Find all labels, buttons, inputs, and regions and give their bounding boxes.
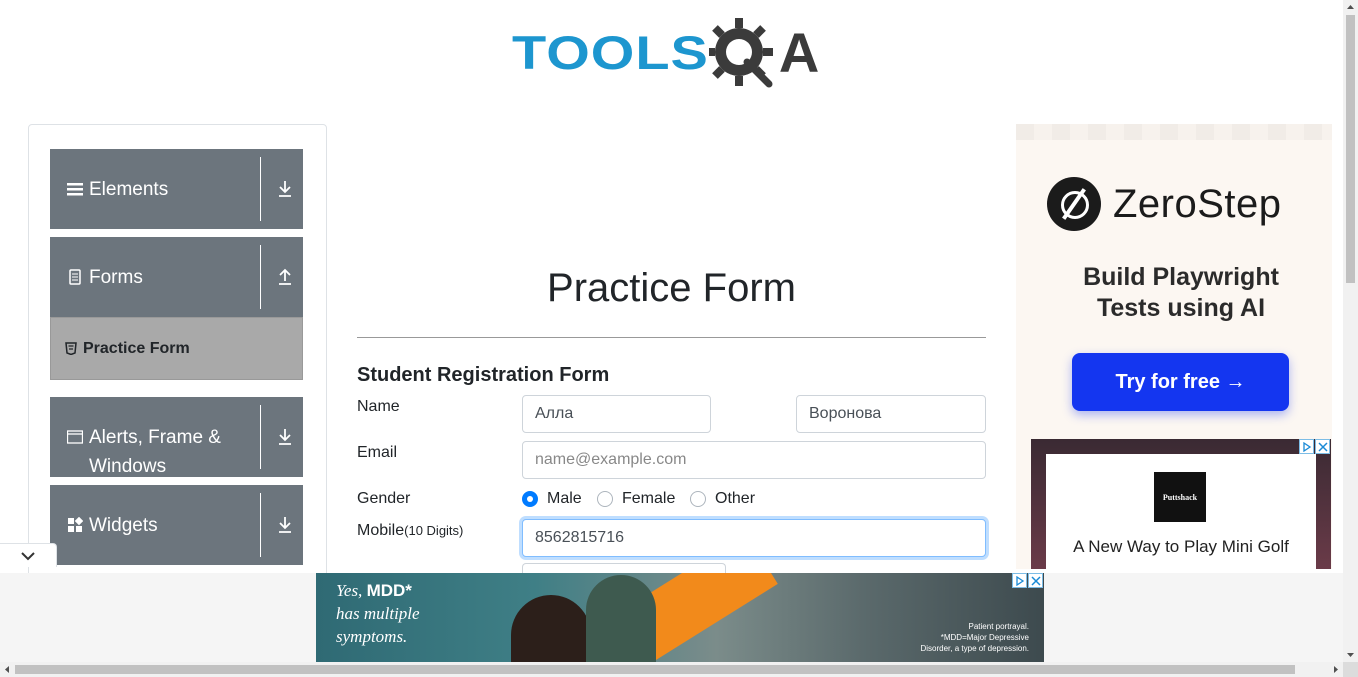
radio-checked-icon[interactable] [522,491,538,507]
expand-download-icon[interactable] [277,515,293,535]
bottom-ad-bar: Yes, MDD* has multiple symptoms. Patient… [0,573,1343,662]
html5-icon [65,342,77,355]
ad-close-icon[interactable] [1028,573,1043,588]
menu-icon [67,183,83,196]
ad-line1-bold: MDD* [366,581,412,600]
ad-person-image [511,595,591,662]
sidebar-group-elements[interactable]: Elements [50,149,303,229]
sidebar-group-label: Widgets [89,515,158,536]
vertical-scrollbar[interactable] [1343,0,1358,662]
expand-download-icon[interactable] [277,179,293,199]
mobile-label-text: Mobile [357,522,405,539]
gear-magnifier-icon [708,18,773,88]
expand-download-icon[interactable] [277,427,293,447]
gender-label: Gender [357,490,411,507]
sidebar-group-label: Alerts, Frame & Windows [89,427,221,477]
sidebar-group-forms[interactable]: Forms [50,237,303,317]
collapse-upload-icon[interactable] [277,267,293,287]
ad-headline: Yes, MDD* has multiple symptoms. [336,579,420,648]
email-label: Email [357,444,398,461]
divider [260,245,261,309]
ad-top-band [1016,124,1332,140]
window-icon [67,430,83,444]
radio-label: Male [547,490,582,507]
zerostep-mark-icon [1047,177,1101,231]
scroll-up-arrow-icon[interactable] [1343,0,1358,15]
ad-fine-print: Patient portrayal. *MDD=Major Depressive… [920,621,1029,654]
gender-radio-other[interactable]: Other [690,490,755,508]
gender-radio-female[interactable]: Female [597,490,675,508]
radio-label: Female [622,490,676,507]
radio-label: Other [715,490,756,507]
scroll-left-arrow-icon[interactable] [0,662,15,677]
vertical-scroll-thumb[interactable] [1346,15,1355,283]
ad-line2: has multiple [336,604,420,623]
horizontal-scrollbar[interactable] [0,662,1343,677]
scroll-right-arrow-icon[interactable] [1328,662,1343,677]
logo-tools-text: TOOLS [512,25,709,80]
ad-close-icon[interactable] [1315,439,1330,454]
mobile-label: Mobile(10 Digits) [357,522,463,540]
radio-unchecked-icon[interactable] [597,491,613,507]
divider [260,157,261,221]
try-for-free-button[interactable]: Try for free → [1072,353,1289,411]
title-divider [357,337,986,338]
puttshack-logo: Puttshack [1154,472,1206,522]
ad-fine1: Patient portrayal. [968,622,1029,631]
zerostep-brand: ZeroStep [1113,181,1282,226]
ad-fine2: *MDD=Major Depressive [940,633,1029,642]
scrollbar-corner [1343,662,1358,677]
date-of-birth-input[interactable] [522,563,726,573]
left-sidebar: Elements Forms Practice Form Alerts, Fra… [28,124,327,584]
puttshack-card: Puttshack A New Way to Play Mini Golf [1046,454,1316,569]
gender-radio-male[interactable]: Male [522,490,582,508]
mobile-input[interactable] [522,519,986,557]
scroll-down-arrow-icon[interactable] [1343,647,1358,662]
ad-person-image [586,575,656,662]
ad-fine3: Disorder, a type of depression. [920,644,1029,653]
divider [260,405,261,469]
sidebar-group-alerts[interactable]: Alerts, Frame & Windows [50,397,303,477]
page-title: Practice Form [547,266,796,310]
first-name-input[interactable] [522,395,711,433]
document-icon [69,269,81,285]
sidebar-group-label: Elements [89,179,169,200]
email-input[interactable] [522,441,986,479]
collapse-toggle-button[interactable] [0,543,57,567]
mobile-hint: (10 Digits) [404,523,464,538]
mdd-ad-banner[interactable]: Yes, MDD* has multiple symptoms. Patient… [316,573,1044,662]
zerostep-ad[interactable]: ZeroStep Build Playwright Tests using AI… [1016,124,1332,569]
sidebar-group-widgets[interactable]: Widgets [50,485,303,565]
ad-line3: symptoms. [336,627,408,646]
logo-a-text: A [778,21,820,84]
puttshack-ad[interactable]: Puttshack A New Way to Play Mini Golf [1031,439,1331,569]
last-name-input[interactable] [796,395,986,433]
puttshack-text: A New Way to Play Mini Golf [1073,537,1289,556]
ad-headline: Build Playwright Tests using AI [1016,262,1332,324]
ad-headline-line1: Build Playwright [1083,263,1279,291]
widgets-icon [68,517,83,532]
chevron-down-icon [21,551,35,560]
sidebar-item-practice-form[interactable]: Practice Form [50,317,303,380]
form-title: Student Registration Form [357,364,610,386]
browser-viewport: TOOLS A Elements Forms Practice Form Ale… [0,0,1343,662]
sidebar-group-label: Forms [89,267,143,288]
divider [260,493,261,557]
adchoices-icon[interactable] [1012,573,1027,588]
radio-unchecked-icon[interactable] [690,491,706,507]
name-label: Name [357,398,400,415]
horizontal-scroll-thumb[interactable] [15,665,1295,674]
ad-headline-line2: Tests using AI [1096,294,1266,322]
ad-line1-prefix: Yes, [336,581,367,600]
adchoices-icon[interactable] [1299,439,1314,454]
toolsqa-logo[interactable]: TOOLS A [512,16,819,90]
zerostep-logo: ZeroStep [1047,177,1282,231]
sidebar-item-label: Practice Form [83,339,190,357]
